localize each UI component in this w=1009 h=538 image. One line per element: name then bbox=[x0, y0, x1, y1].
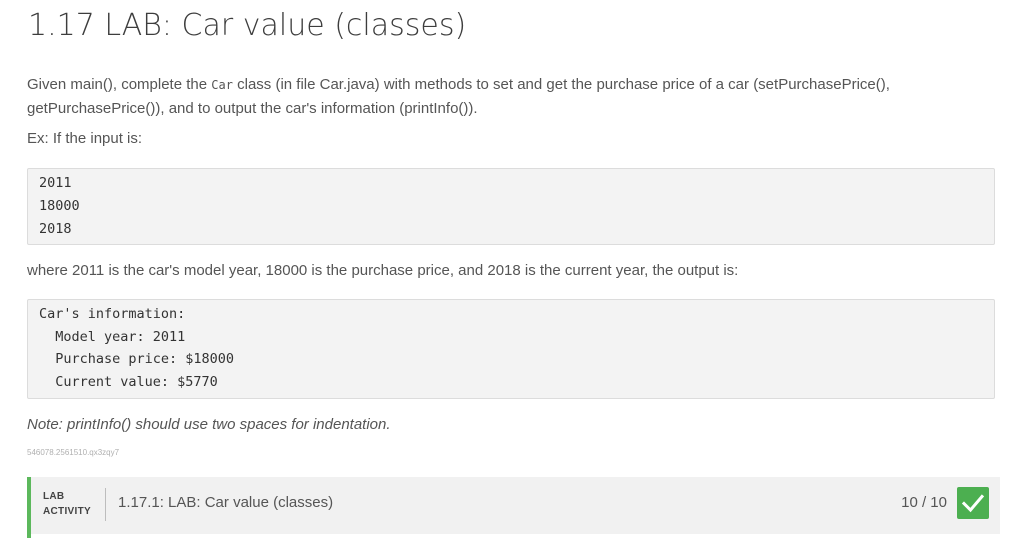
output-line: Model year: 2011 bbox=[39, 329, 186, 345]
tracking-id: 546078.2561510.qx3zqy7 bbox=[27, 448, 120, 457]
activity-body-edge bbox=[31, 534, 1000, 538]
activity-name: 1.17.1: LAB: Car value (classes) bbox=[118, 494, 334, 511]
output-line: Car's information: bbox=[39, 306, 186, 322]
description-inline-code: Car bbox=[211, 78, 233, 92]
activity-score: 10 / 10 bbox=[901, 494, 947, 511]
example-output-box: Car's information: Model year: 2011 Purc… bbox=[27, 299, 995, 399]
example-intro: Ex: If the input is: bbox=[27, 130, 143, 147]
example-input-box: 2011 18000 2018 bbox=[27, 168, 995, 245]
output-line: Current value: $5770 bbox=[39, 374, 218, 390]
output-intro: where 2011 is the car's model year, 1800… bbox=[27, 262, 739, 279]
check-icon bbox=[957, 487, 989, 519]
output-line: Purchase price: $18000 bbox=[39, 351, 235, 367]
description-text-start: Given main(), complete the bbox=[27, 76, 212, 93]
activity-type-line: LAB bbox=[43, 491, 65, 502]
page-title: 1.17 LAB: Car value (classes) bbox=[28, 8, 467, 43]
activity-type-label: LAB ACTIVITY bbox=[43, 489, 91, 519]
indentation-note: Note: printInfo() should use two spaces … bbox=[27, 416, 391, 433]
lab-activity-header[interactable]: LAB ACTIVITY 1.17.1: LAB: Car value (cla… bbox=[27, 477, 1000, 538]
input-line: 2011 bbox=[39, 175, 72, 191]
activity-type-line: ACTIVITY bbox=[43, 506, 91, 517]
activity-divider bbox=[105, 488, 106, 521]
input-line: 2018 bbox=[39, 221, 72, 237]
input-line: 18000 bbox=[39, 198, 80, 214]
lab-description: Given main(), complete the Car class (in… bbox=[27, 73, 957, 121]
